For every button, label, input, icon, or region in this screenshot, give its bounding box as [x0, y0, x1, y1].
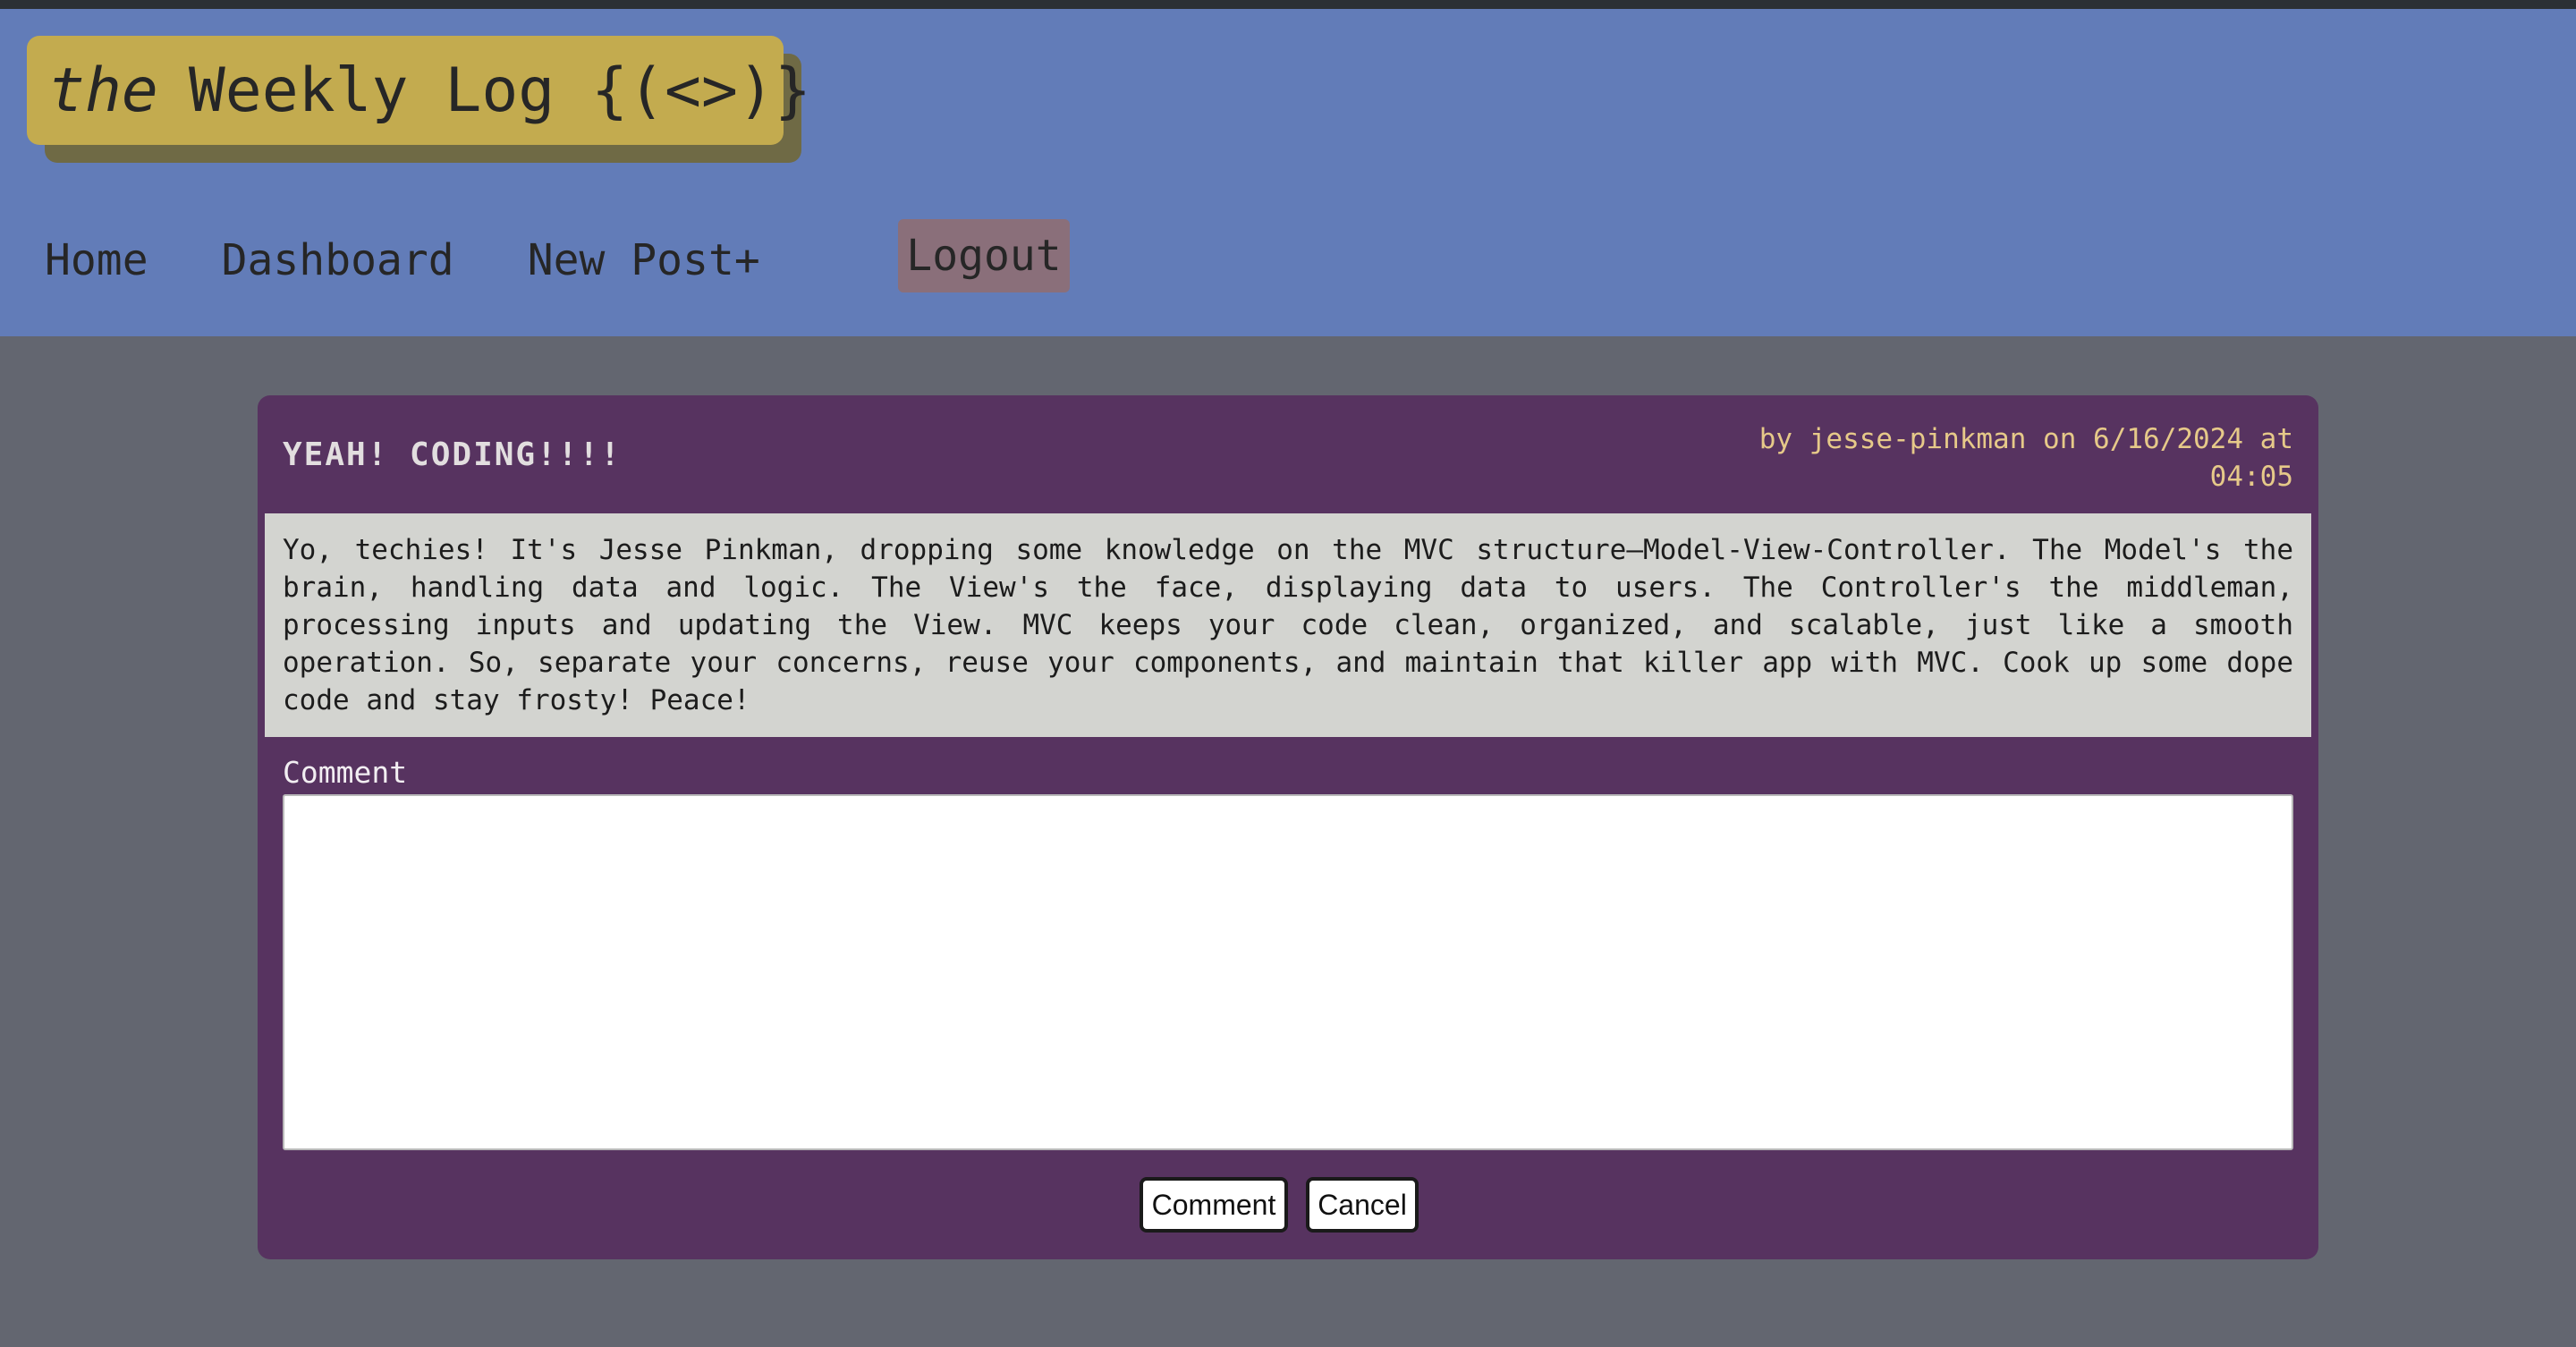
main-nav: Home Dashboard New Post+ [45, 220, 834, 301]
cancel-button[interactable]: Cancel [1306, 1177, 1419, 1233]
post-title: YEAH! CODING!!!! [283, 436, 622, 473]
post-body: Yo, techies! It's Jesse Pinkman, droppin… [265, 513, 2311, 737]
comment-textarea[interactable] [283, 794, 2293, 1150]
post-meta: by jesse-pinkman on 6/16/2024 at 04:05 [1758, 423, 2293, 493]
post-card: YEAH! CODING!!!! by jesse-pinkman on 6/1… [258, 395, 2318, 1259]
nav-new-post-link[interactable]: New Post+ [528, 235, 760, 285]
logo-badge: the Weekly Log {(<>)} [27, 36, 811, 145]
submit-comment-button[interactable]: Comment [1140, 1177, 1288, 1233]
site-header: the Weekly Log {(<>)} Home Dashboard New… [0, 9, 2576, 336]
browser-top-strip [0, 0, 2576, 9]
logo-prefix: the [48, 55, 158, 126]
nav-home-link[interactable]: Home [45, 235, 148, 285]
logout-button[interactable]: Logout [898, 219, 1070, 292]
comment-label: Comment [283, 755, 408, 790]
nav-dashboard-link[interactable]: Dashboard [222, 235, 454, 285]
logo[interactable]: the Weekly Log {(<>)} [27, 36, 811, 163]
logo-title: Weekly Log {(<>)} [188, 55, 811, 126]
